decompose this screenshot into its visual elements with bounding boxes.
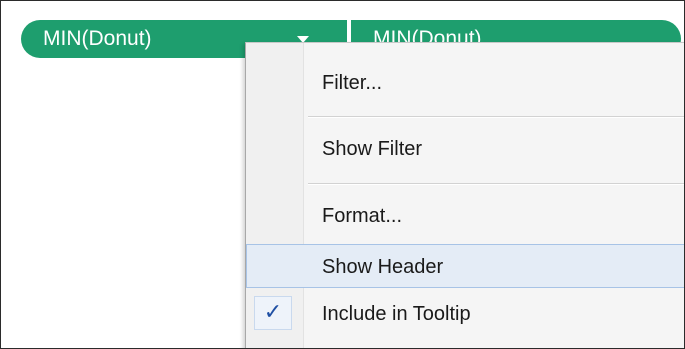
menu-item-filter[interactable]: Filter... <box>246 61 684 105</box>
menu-item-show-filter[interactable]: Show Filter <box>246 127 684 171</box>
menu-item-label: Show Filter <box>322 138 423 160</box>
menu-item-format[interactable]: Format... <box>246 194 684 238</box>
menu-item-label: Include in Tooltip <box>322 303 471 325</box>
menu-separator <box>308 183 684 185</box>
checkmark-icon: ✓ <box>263 300 283 325</box>
menu-item-label: Show Header <box>322 256 444 278</box>
menu-separator <box>308 116 684 118</box>
check-box: ✓ <box>254 296 292 330</box>
pill-label: MIN(Donut) <box>43 27 152 50</box>
context-menu: Filter... Show Filter Format... Show Hea… <box>245 42 684 348</box>
menu-item-label: Filter... <box>322 72 383 94</box>
menu-item-label: Format... <box>322 205 403 227</box>
menu-item-include-in-tooltip[interactable]: ✓ Include in Tooltip <box>246 292 684 336</box>
screenshot-frame: MIN(Donut) MIN(Donut) Filter... Show Fil… <box>0 0 685 349</box>
menu-item-show-header[interactable]: Show Header <box>246 244 684 288</box>
